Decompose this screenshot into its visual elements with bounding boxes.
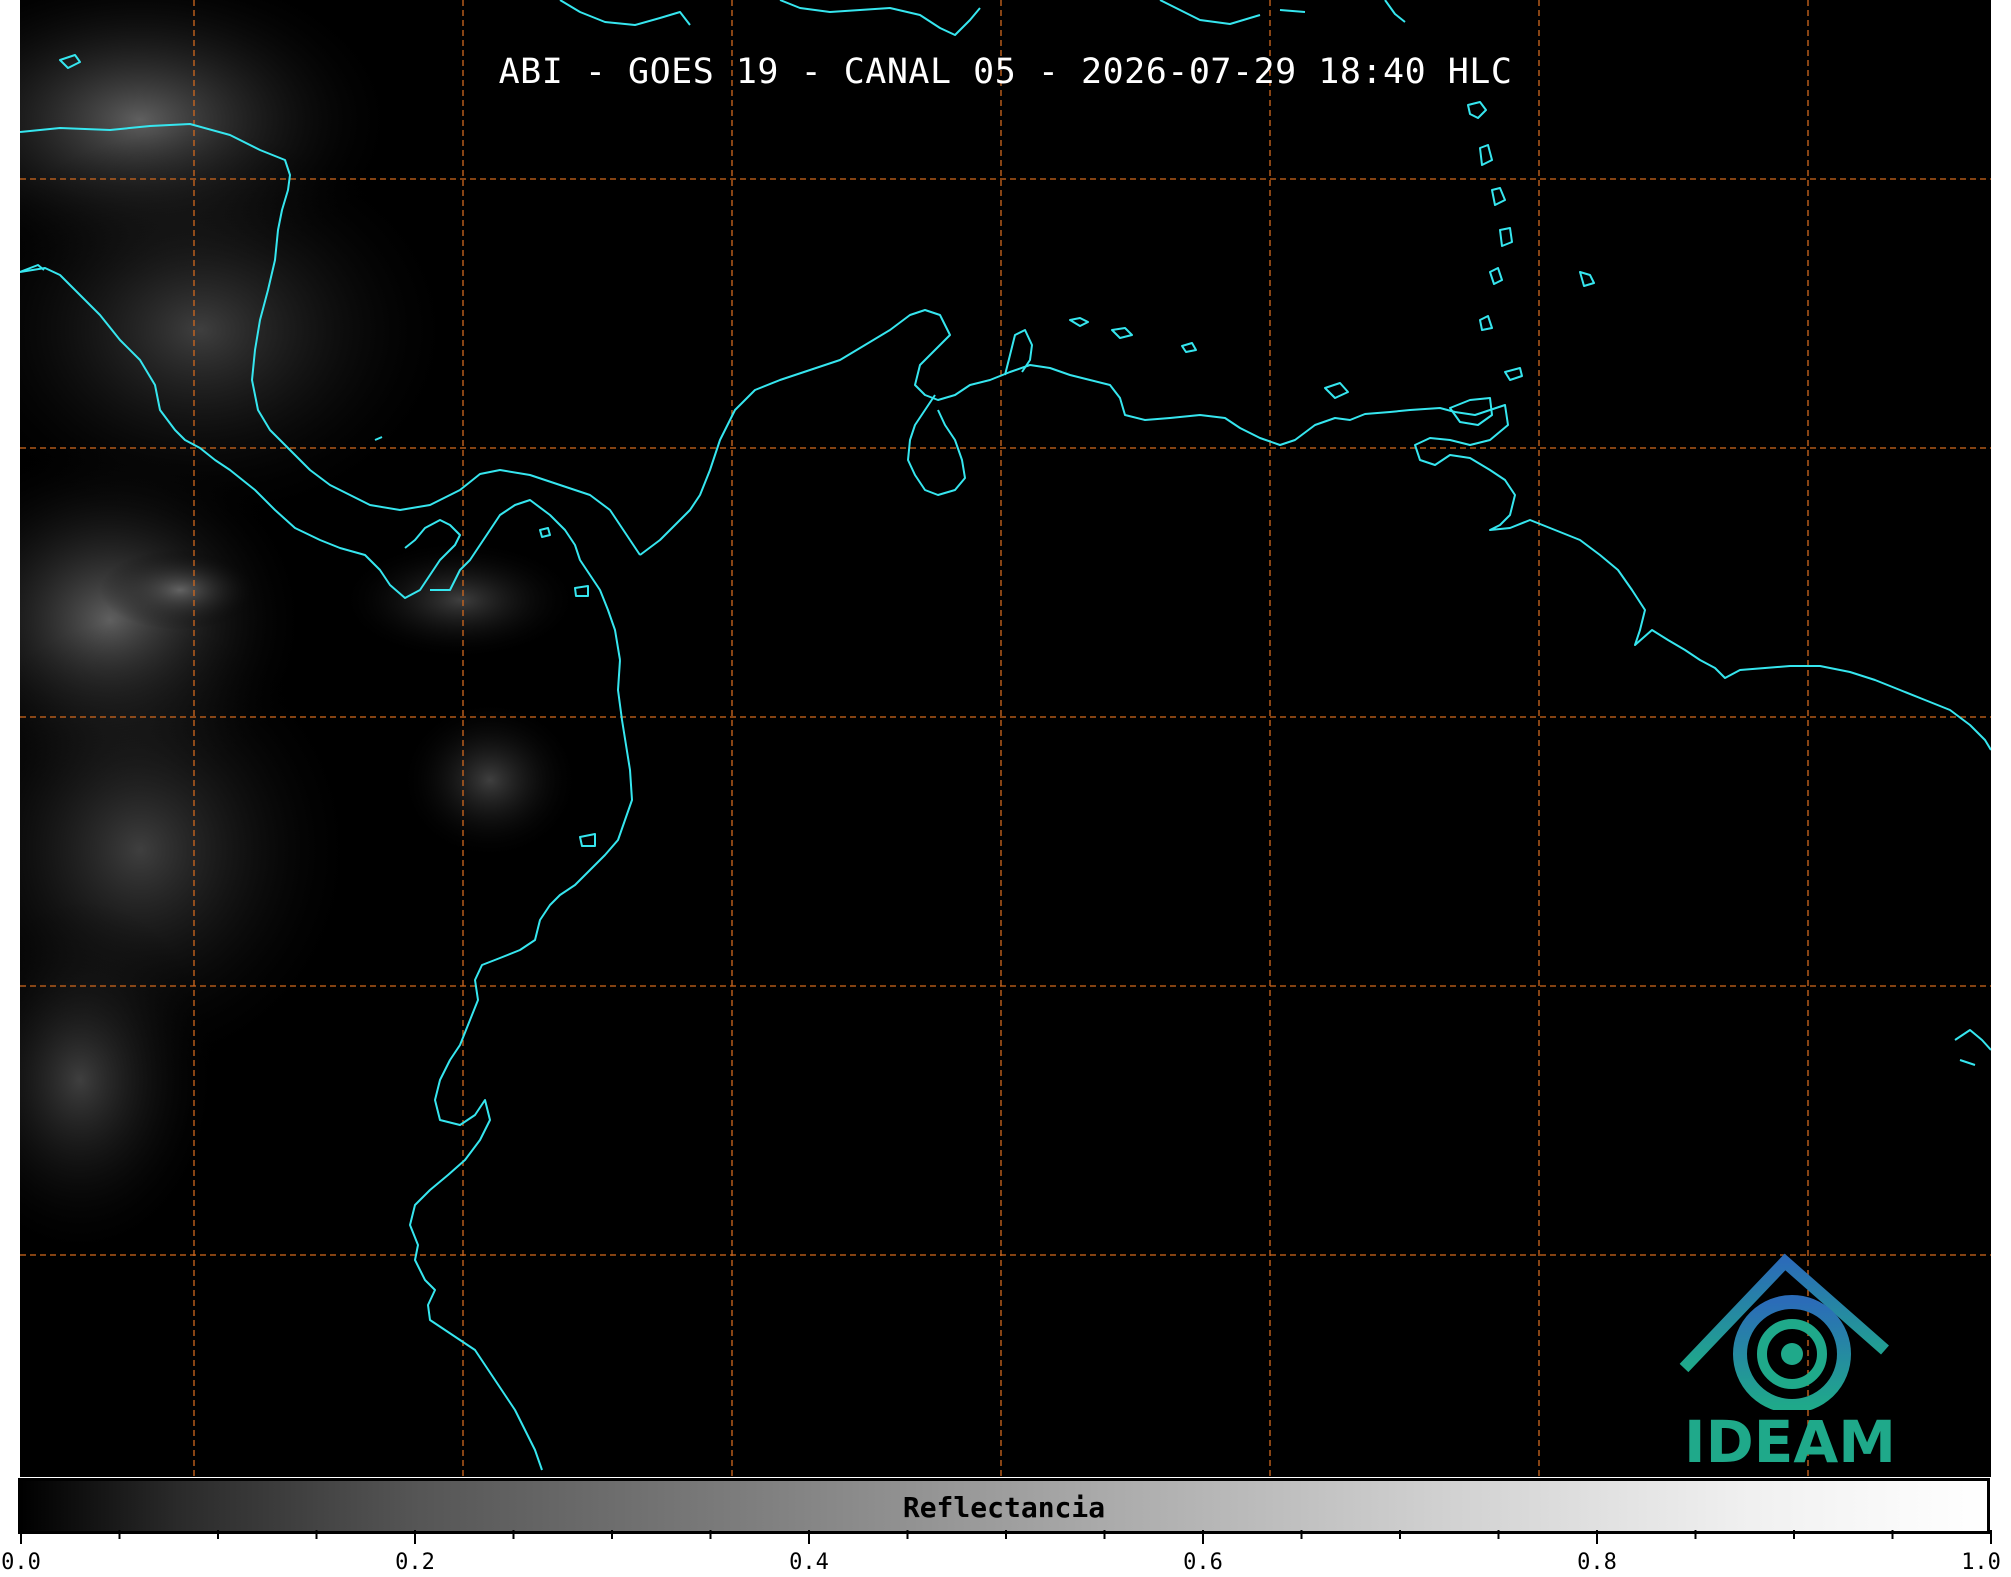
coastline-tobago [1504,367,1523,381]
ideam-logo-icon [1679,1253,1889,1413]
coastline-venezuela-east [1414,404,1991,751]
coastline-greater-antilles [559,0,1406,36]
map-title: ABI - GOES 19 - CANAL 05 - 2026-07-29 18… [498,52,1513,92]
coastline-bonaire [1181,342,1197,353]
colorbar-ticks [20,1530,1992,1544]
colorbar-tick-label: 0.2 [395,1550,435,1575]
colorbar-tick-label: 0.0 [1,1550,41,1575]
cloud-cover [20,0,580,1260]
colorbar-tick-label: 0.6 [1183,1550,1223,1575]
coastline-margarita [1324,382,1349,399]
colorbar: Reflectancia [18,1478,1990,1534]
coastline-aruba [1069,317,1089,327]
coastline-maracaibo [907,394,966,496]
colorbar-tick-label: 0.8 [1577,1550,1617,1575]
coastline-lesser-antilles [1467,101,1595,331]
satellite-map: ABI - GOES 19 - CANAL 05 - 2026-07-29 18… [20,0,1991,1477]
coastline-curacao [1111,327,1133,339]
coastline-colombia-caribbean [639,309,1456,556]
ideam-logo: IDEAM [1660,1250,1920,1476]
logo-text: IDEAM [1684,1408,1896,1476]
colorbar-tick-label: 0.4 [789,1550,829,1575]
colorbar-tick-label: 1.0 [1961,1550,2001,1575]
colorbar-label: Reflectancia [902,1491,1106,1524]
coastline-panama-islands [574,585,596,847]
